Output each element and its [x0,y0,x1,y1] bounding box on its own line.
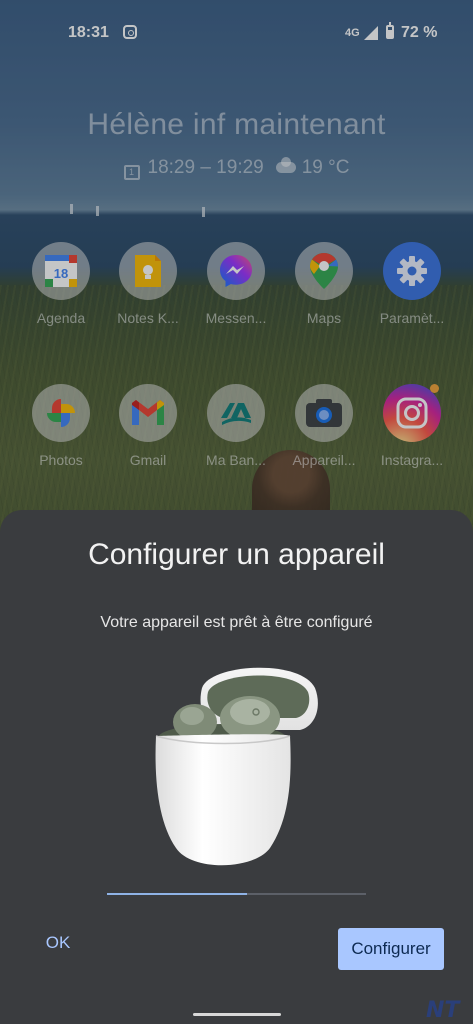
ok-button[interactable]: OK [34,926,82,960]
configure-button[interactable]: Configurer [338,928,444,970]
earbuds-case-illustration [150,658,325,878]
gesture-nav-handle[interactable] [193,1013,281,1016]
setup-progress-fill [107,893,247,895]
sheet-subtitle: Votre appareil est prêt à être configuré [100,614,373,631]
sheet-title: Configurer un appareil [88,538,385,571]
watermark-logo: NT [426,998,460,1023]
setup-progress [107,893,366,895]
